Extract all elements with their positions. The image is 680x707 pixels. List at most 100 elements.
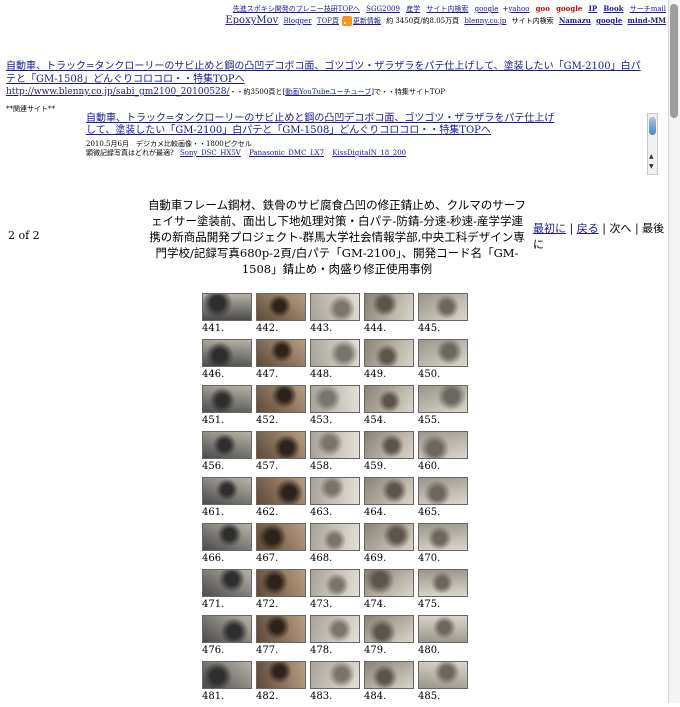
google-link-2[interactable]: google <box>596 16 622 25</box>
thumbnail-item[interactable]: 451. <box>202 385 256 427</box>
thumbnail-image[interactable] <box>310 523 360 551</box>
thumbnail-item[interactable]: 462. <box>256 477 310 519</box>
blenny-domain-link[interactable]: blenny.co.jp <box>464 17 506 25</box>
blogger-link[interactable]: Blogger <box>284 17 312 25</box>
thumbnail-item[interactable]: 443. <box>310 293 364 335</box>
page-scrollbar-thumb[interactable] <box>670 4 678 118</box>
thumbnail-item[interactable]: 447. <box>256 339 310 381</box>
thumbnail-image[interactable] <box>202 339 252 367</box>
thumbnail-item[interactable]: 482. <box>256 661 310 703</box>
thumbnail-image[interactable] <box>418 523 468 551</box>
frame-scrollbar[interactable]: ▲ ▼ <box>647 113 658 175</box>
page-scrollbar[interactable] <box>668 0 680 703</box>
thumbnail-image[interactable] <box>418 569 468 597</box>
frame-scrollbar-thumb[interactable] <box>649 117 656 135</box>
thumbnail-item[interactable]: 476. <box>202 615 256 657</box>
search-mail-link[interactable]: サーチmail <box>630 5 666 13</box>
thumbnail-image[interactable] <box>310 615 360 643</box>
thumbnail-image[interactable] <box>364 477 414 505</box>
thumbnail-item[interactable]: 470. <box>418 523 472 565</box>
thumbnail-image[interactable] <box>418 477 468 505</box>
camera-link-panasonic[interactable]: Panasonic_DMC_LX7 <box>249 149 324 157</box>
thumbnail-image[interactable] <box>418 615 468 643</box>
thumbnail-image[interactable] <box>364 385 414 413</box>
thumbnail-item[interactable]: 479. <box>364 615 418 657</box>
thumbnail-item[interactable]: 464. <box>364 477 418 519</box>
thumbnail-image[interactable] <box>256 477 306 505</box>
thumbnail-image[interactable] <box>364 431 414 459</box>
top-page-link[interactable]: TOP頁 <box>317 17 339 25</box>
thumbnail-item[interactable]: 468. <box>310 523 364 565</box>
epoxymov-link[interactable]: EpoxyMov <box>225 15 278 26</box>
thumbnail-image[interactable] <box>202 615 252 643</box>
thumbnail-item[interactable]: 484. <box>364 661 418 703</box>
thumbnail-item[interactable]: 473. <box>310 569 364 611</box>
thumbnail-item[interactable]: 472. <box>256 569 310 611</box>
site-search-link[interactable]: サイト内検索 <box>426 5 468 13</box>
thumbnail-item[interactable]: 463. <box>310 477 364 519</box>
thumbnail-image[interactable] <box>256 431 306 459</box>
camera-link-sony[interactable]: Sony_DSC_HX5V <box>180 149 241 157</box>
thumbnail-item[interactable]: 485. <box>418 661 472 703</box>
thumbnail-image[interactable] <box>256 569 306 597</box>
thumbnail-item[interactable]: 458. <box>310 431 364 473</box>
thumbnail-item[interactable]: 461. <box>202 477 256 519</box>
camera-link-kiss[interactable]: KissDigitalN_18_200 <box>332 149 406 157</box>
thumbnail-item[interactable]: 454. <box>364 385 418 427</box>
thumbnail-item[interactable]: 477. <box>256 615 310 657</box>
thumbnail-item[interactable]: 480. <box>418 615 472 657</box>
headline-link[interactable]: 自動車、トラック=タンクローリーのサビ止めと鋼の凸凹デコボコ面、ゴツゴツ・ザラザ… <box>6 60 646 86</box>
thumbnail-item[interactable]: 456. <box>202 431 256 473</box>
thumbnail-image[interactable] <box>256 523 306 551</box>
thumbnail-image[interactable] <box>256 661 306 689</box>
thumbnail-image[interactable] <box>418 339 468 367</box>
thumbnail-image[interactable] <box>418 385 468 413</box>
thumbnail-item[interactable]: 457. <box>256 431 310 473</box>
google-search-link[interactable]: google <box>475 5 499 13</box>
scroll-down-arrow-icon[interactable]: ▼ <box>649 164 654 170</box>
thumbnail-item[interactable]: 474. <box>364 569 418 611</box>
thumbnail-item[interactable]: 465. <box>418 477 472 519</box>
thumbnail-item[interactable]: 446. <box>202 339 256 381</box>
thumbnail-item[interactable]: 455. <box>418 385 472 427</box>
thumbnail-item[interactable]: 475. <box>418 569 472 611</box>
youtube-link[interactable]: 動画YouTubeユーチューブ <box>285 88 371 96</box>
thumbnail-item[interactable]: 448. <box>310 339 364 381</box>
blenny-top-link[interactable]: 先進スポキシ開発のブレニー技研TOPへ <box>233 5 360 13</box>
thumbnail-image[interactable] <box>202 523 252 551</box>
book-link[interactable]: Book <box>603 4 623 13</box>
related-frame[interactable]: 自動車、トラック=タンクローリーのサビ止めと鋼の凸凹デコボコ面、ゴツゴツ・ザラザ… <box>86 113 658 175</box>
thumbnail-image[interactable] <box>418 661 468 689</box>
thumbnail-item[interactable]: 483. <box>310 661 364 703</box>
thumbnail-item[interactable]: 445. <box>418 293 472 335</box>
scroll-up-arrow-icon[interactable]: ▲ <box>649 154 654 160</box>
frame-title-link[interactable]: 自動車、トラック=タンクローリーのサビ止めと鋼の凸凹デコボコ面、ゴツゴツ・ザラザ… <box>86 113 556 137</box>
thumbnail-image[interactable] <box>310 569 360 597</box>
ip-link[interactable]: IP <box>589 4 598 13</box>
thumbnail-item[interactable]: 466. <box>202 523 256 565</box>
thumbnail-image[interactable] <box>310 661 360 689</box>
thumbnail-image[interactable] <box>310 293 360 321</box>
thumbnail-image[interactable] <box>310 431 360 459</box>
first-page-link[interactable]: 最初に <box>533 222 566 235</box>
thumbnail-item[interactable]: 450. <box>418 339 472 381</box>
headline-url[interactable]: http://www.blenny.co.jp/sabi_gm2100_2010… <box>6 87 230 97</box>
thumbnail-image[interactable] <box>202 569 252 597</box>
thumbnail-item[interactable]: 469. <box>364 523 418 565</box>
thumbnail-image[interactable] <box>310 385 360 413</box>
thumbnail-item[interactable]: 467. <box>256 523 310 565</box>
sangaku-link[interactable]: 産学 <box>406 5 420 13</box>
mind-mm-link[interactable]: mind-MM <box>628 16 666 25</box>
thumbnail-image[interactable] <box>418 293 468 321</box>
thumbnail-image[interactable] <box>256 615 306 643</box>
thumbnail-item[interactable]: 452. <box>256 385 310 427</box>
thumbnail-image[interactable] <box>202 661 252 689</box>
thumbnail-item[interactable]: 478. <box>310 615 364 657</box>
thumbnail-image[interactable] <box>202 385 252 413</box>
thumbnail-item[interactable]: 453. <box>310 385 364 427</box>
thumbnail-image[interactable] <box>364 569 414 597</box>
rss-icon[interactable] <box>341 16 352 26</box>
thumbnail-image[interactable] <box>364 339 414 367</box>
thumbnail-image[interactable] <box>310 339 360 367</box>
thumbnail-item[interactable]: 444. <box>364 293 418 335</box>
